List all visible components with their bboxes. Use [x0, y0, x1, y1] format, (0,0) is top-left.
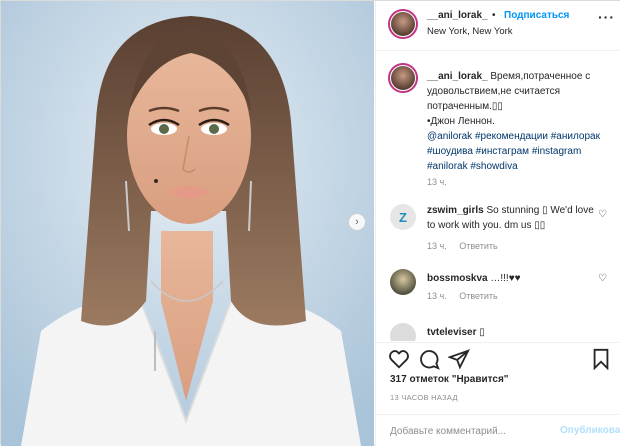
- next-photo-button[interactable]: ›: [348, 213, 366, 231]
- commenter-avatar[interactable]: Z: [390, 204, 416, 230]
- hashtag-link[interactable]: #рекомендации: [475, 131, 548, 142]
- hashtag-link[interactable]: #instagram: [532, 146, 581, 157]
- hashtag-link[interactable]: #инстаграм: [476, 146, 529, 157]
- mention-link[interactable]: @anilorak: [427, 131, 472, 142]
- follow-button[interactable]: Подписаться: [504, 10, 569, 21]
- portrait-illustration: [1, 1, 374, 446]
- chevron-right-icon: ›: [355, 216, 359, 228]
- comment-icon[interactable]: [418, 348, 440, 370]
- heart-icon[interactable]: [388, 348, 410, 370]
- hashtag-link[interactable]: #шоудива: [427, 146, 473, 157]
- comment-text: zswim_girls So stunning ▯ We'd love to w…: [427, 203, 597, 233]
- caption-time[interactable]: 13 ч.: [427, 177, 447, 187]
- post-header: __ani_lorak_ • Подписаться New York, New…: [376, 1, 620, 51]
- caption-emoji: ▯▯: [491, 101, 503, 112]
- author-username[interactable]: __ani_lorak_: [427, 10, 488, 21]
- comment-time[interactable]: 13 ч.: [427, 241, 447, 251]
- share-icon[interactable]: [448, 348, 470, 370]
- commenter-avatar[interactable]: [390, 269, 416, 295]
- comment-meta: 13 ч. Ответить: [427, 241, 508, 251]
- post-timestamp[interactable]: 13 ЧАСОВ НАЗАД: [390, 393, 458, 402]
- caption-author-quote: •Джон Леннон.: [427, 116, 495, 127]
- comment-meta: 13 ч. Ответить: [427, 291, 508, 301]
- commenter-username[interactable]: tvteleviser: [427, 327, 476, 338]
- caption-username[interactable]: __ani_lorak_: [427, 71, 488, 82]
- bookmark-icon[interactable]: [590, 348, 612, 370]
- author-avatar[interactable]: [388, 9, 418, 39]
- commenter-username[interactable]: bossmoskva: [427, 273, 488, 284]
- post-photo[interactable]: ›: [1, 1, 374, 446]
- hashtag-link[interactable]: #анилорак: [551, 131, 600, 142]
- caption-text: __ani_lorak_ Время,потраченное с удоволь…: [427, 69, 612, 174]
- avatar-letter: Z: [399, 209, 407, 225]
- instagram-post: › __ani_lorak_ • Подписаться New York, N…: [0, 0, 620, 446]
- reply-button[interactable]: Ответить: [459, 291, 497, 301]
- more-horizontal-icon[interactable]: ···: [598, 9, 615, 25]
- add-comment-input[interactable]: [390, 423, 550, 439]
- post-location[interactable]: New York, New York: [427, 26, 513, 37]
- comment-item: bossmoskva …!!!♥♥ 13 ч. Ответить ♡: [376, 267, 620, 317]
- publish-button[interactable]: Опубликовать: [560, 425, 620, 436]
- comment-heart-icon[interactable]: ♡: [598, 273, 607, 284]
- likes-count[interactable]: 317 отметок "Нравится": [390, 374, 509, 385]
- action-bar: [376, 342, 620, 372]
- caption-author-avatar[interactable]: [388, 63, 418, 93]
- comment-body: …!!!♥♥: [490, 273, 521, 284]
- reply-button[interactable]: Ответить: [459, 241, 497, 251]
- comment-item: tvteleviser ▯: [376, 321, 620, 341]
- comment-heart-icon[interactable]: ♡: [598, 209, 607, 220]
- comment-text: bossmoskva …!!!♥♥: [427, 271, 597, 286]
- add-comment-bar: Опубликовать: [376, 414, 620, 446]
- comment-text: tvteleviser ▯: [427, 325, 597, 340]
- comment-body: ▯: [479, 327, 485, 338]
- hashtag-link[interactable]: #showdiva: [470, 161, 517, 172]
- hashtag-link[interactable]: #anilorak: [427, 161, 468, 172]
- commenter-avatar[interactable]: [390, 323, 416, 341]
- separator-dot: •: [492, 10, 496, 21]
- comments-area[interactable]: __ani_lorak_ Время,потраченное с удоволь…: [376, 51, 620, 341]
- commenter-username[interactable]: zswim_girls: [427, 205, 484, 216]
- comment-time[interactable]: 13 ч.: [427, 291, 447, 301]
- post-sidebar: __ani_lorak_ • Подписаться New York, New…: [375, 1, 620, 446]
- comment-item: Z zswim_girls So stunning ▯ We'd love to…: [376, 201, 620, 261]
